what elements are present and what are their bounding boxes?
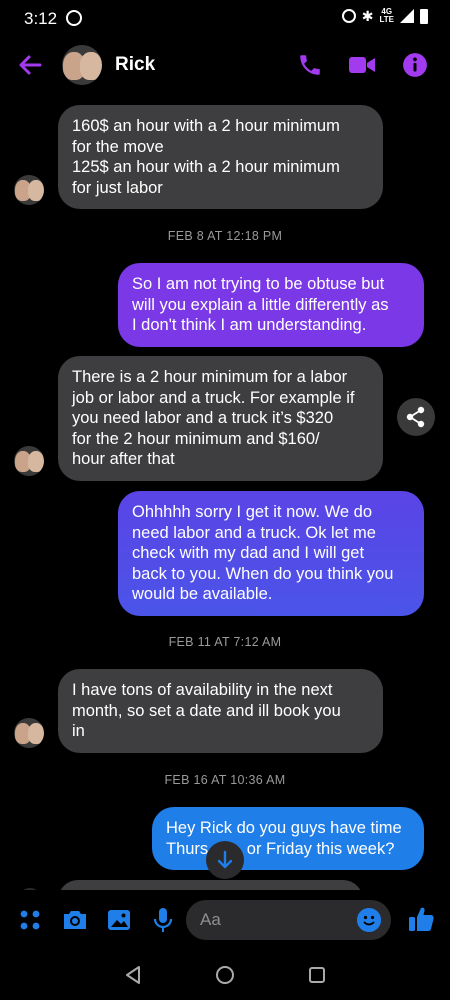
composer: Aa: [0, 890, 450, 950]
message-line: for the 2 hour minimum and $160/: [72, 429, 320, 448]
message-line: I have tons of availability in the next: [72, 681, 333, 699]
thumbs-up-icon[interactable]: [407, 904, 435, 934]
messenger-notification-icon: [66, 10, 82, 26]
message-line: for just labor: [72, 178, 163, 197]
message-line: check with my dad and I will get: [132, 544, 365, 562]
status-time: 3:12: [24, 9, 58, 28]
info-icon[interactable]: [402, 52, 428, 78]
message-line: month, so set a date and ill book you: [72, 701, 341, 720]
message-incoming[interactable]: 160$ an hour with a 2 hour minimum for t…: [58, 105, 383, 209]
recents-nav-icon[interactable]: [306, 964, 328, 986]
message-line: There is a 2 hour minimum for a labor: [72, 368, 348, 386]
chat-header: Rick: [0, 40, 450, 90]
message-incoming[interactable]: There is a 2 hour minimum for a labor jo…: [58, 356, 383, 481]
network-indicator: 4G LTE: [379, 7, 394, 24]
back-arrow-icon[interactable]: [16, 51, 44, 79]
battery-icon: [420, 8, 428, 24]
message-outgoing[interactable]: So I am not trying to be obtuse but will…: [118, 263, 424, 347]
message-incoming[interactable]: I have tons of availability in the next …: [58, 669, 383, 753]
message-line: So I am not trying to be obtuse but: [132, 275, 385, 293]
message-outgoing[interactable]: Hey Rick do you guys have time Thurs or …: [152, 807, 424, 870]
microphone-icon[interactable]: [151, 906, 175, 934]
message-line: will you explain a little differently as: [132, 295, 389, 314]
message-line: I don't think I am understanding.: [132, 316, 367, 334]
timestamp: FEB 11 AT 7:12 AM: [168, 635, 282, 649]
message-line: for the move: [72, 137, 164, 156]
signal-icon: [400, 9, 414, 23]
message-line: Thurs or Friday this week?: [166, 839, 410, 860]
system-navigation-bar: [0, 950, 450, 1000]
bluetooth-icon: ✱: [361, 8, 374, 24]
message-outgoing[interactable]: Ohhhhh sorry I get it now. We do need la…: [118, 491, 424, 616]
message-line: job or labor and a truck. For example if: [72, 388, 355, 407]
emoji-icon[interactable]: [357, 908, 381, 932]
contact-avatar[interactable]: [62, 45, 102, 85]
timestamp: FEB 16 AT 10:36 AM: [164, 773, 286, 787]
sender-avatar[interactable]: [14, 175, 44, 205]
sender-avatar[interactable]: [14, 718, 44, 748]
phone-icon[interactable]: [297, 52, 323, 78]
gallery-icon[interactable]: [106, 907, 132, 933]
timestamp: FEB 8 AT 12:18 PM: [167, 229, 283, 243]
message-input-placeholder: Aa: [200, 910, 221, 929]
alarm-icon: [341, 9, 356, 23]
message-line: need labor and a truck. Ok let me: [132, 523, 376, 542]
share-button[interactable]: [397, 398, 435, 436]
message-input[interactable]: Aa: [186, 900, 391, 940]
home-nav-icon[interactable]: [214, 964, 236, 986]
status-icons: ✱ 4G LTE: [341, 7, 428, 24]
message-line: hour after that: [72, 450, 175, 468]
apps-icon[interactable]: [18, 908, 42, 932]
message-line: 160$ an hour with a 2 hour minimum: [72, 117, 340, 135]
message-line: Ohhhhh sorry I get it now. We do: [132, 503, 372, 521]
camera-icon[interactable]: [61, 907, 89, 933]
arrow-down-icon: [217, 850, 233, 869]
back-nav-icon[interactable]: [122, 964, 144, 986]
message-line: would be available.: [132, 585, 273, 603]
message-line: 125$ an hour with a 2 hour minimum: [72, 158, 340, 176]
video-icon[interactable]: [348, 52, 376, 78]
sender-avatar[interactable]: [14, 446, 44, 476]
message-line: in: [72, 722, 85, 740]
message-fragment: Thurs: [166, 839, 209, 858]
message-fragment: or Friday this week?: [242, 839, 395, 858]
message-line: back to you. When do you think you: [132, 564, 394, 583]
share-icon: [406, 406, 425, 428]
scroll-to-bottom-button[interactable]: [206, 841, 244, 879]
status-bar: 3:12 ✱ 4G LTE: [0, 0, 450, 36]
contact-name[interactable]: Rick: [115, 54, 155, 76]
message-line: Hey Rick do you guys have time: [166, 819, 402, 837]
message-line: you need labor and a truck it’s $320: [72, 409, 334, 427]
